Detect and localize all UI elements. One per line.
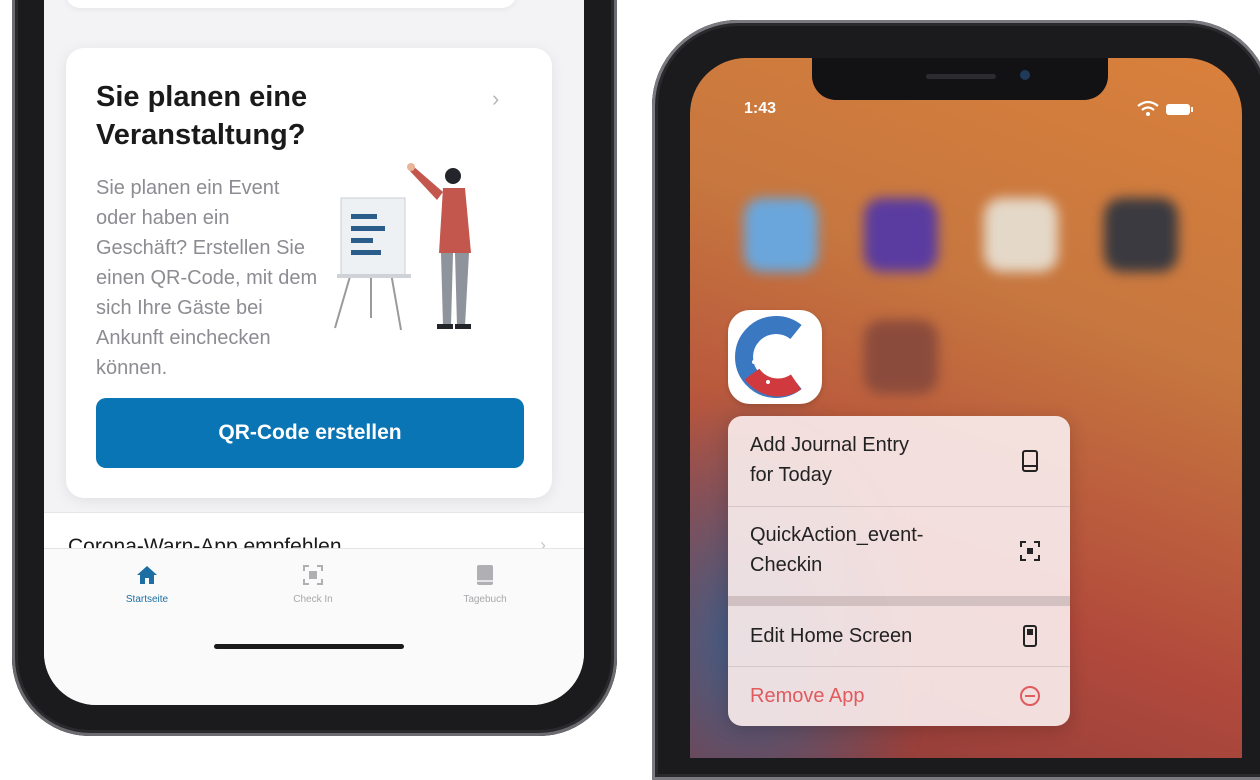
status-icons xyxy=(1137,100,1193,116)
home-indicator[interactable] xyxy=(214,644,404,649)
corona-warn-app-icon[interactable] xyxy=(728,310,822,404)
menu-item-quickaction-event-checkin[interactable]: QuickAction_event- Checkin xyxy=(728,506,1070,596)
menu-item-remove-app[interactable]: Remove App xyxy=(728,666,1070,726)
menu-item-label: QuickAction_event- Checkin xyxy=(750,520,923,580)
tab-tagebuch[interactable]: Tagebuch xyxy=(430,563,540,605)
tab-check-in[interactable]: Check In xyxy=(258,563,368,605)
notch xyxy=(812,58,1108,100)
right-phone-frame: 1:43 Add Journal Entry for Today QuickAc… xyxy=(652,20,1260,780)
phone-icon xyxy=(1023,625,1037,647)
event-card-title: Sie planen eine Veranstaltung? xyxy=(96,81,308,151)
blurred-app-icon xyxy=(984,198,1058,272)
menu-item-label: Add Journal Entry for Today xyxy=(750,430,909,490)
menu-item-add-journal-entry[interactable]: Add Journal Entry for Today xyxy=(728,416,1070,507)
battery-icon xyxy=(1166,104,1193,115)
left-phone-frame: Sie planen eine Veranstaltung? › Sie pla… xyxy=(12,0,617,736)
book-icon xyxy=(477,565,493,585)
quick-action-menu: Add Journal Entry for Today QuickAction_… xyxy=(728,416,1070,726)
event-card[interactable]: Sie planen eine Veranstaltung? › Sie pla… xyxy=(66,48,552,498)
previous-card-edge xyxy=(66,0,516,8)
event-card-description: Sie planen ein Event oder haben ein Gesc… xyxy=(96,177,318,379)
right-phone-screen: 1:43 Add Journal Entry for Today QuickAc… xyxy=(690,58,1242,758)
menu-item-label: Remove App xyxy=(750,685,865,707)
tab-label: Startseite xyxy=(125,594,169,605)
blurred-app-icon xyxy=(744,198,818,272)
app-logo-c xyxy=(735,316,802,398)
qr-scan-icon xyxy=(1020,541,1040,561)
blurred-app-icon xyxy=(1104,198,1178,272)
speaker xyxy=(926,74,996,79)
book-icon xyxy=(1022,450,1038,472)
home-icon xyxy=(137,566,157,584)
left-phone-screen: Sie planen eine Veranstaltung? › Sie pla… xyxy=(44,0,584,705)
blurred-app-icon xyxy=(864,320,938,394)
tab-bar: Startseite Check In Tagebuch xyxy=(44,548,584,705)
wifi-icon xyxy=(1137,100,1159,116)
tab-label: Tagebuch xyxy=(463,594,507,605)
menu-group-separator xyxy=(728,596,1070,606)
menu-item-line2: for Today xyxy=(750,464,832,486)
menu-item-line1: QuickAction_event- xyxy=(750,524,924,546)
blurred-app-icon xyxy=(864,198,938,272)
menu-item-edit-home-screen[interactable]: Edit Home Screen xyxy=(728,606,1070,667)
tab-label: Check In xyxy=(293,594,333,605)
status-time: 1:43 xyxy=(744,100,777,117)
presenter-illustration xyxy=(334,163,471,331)
tab-startseite[interactable]: Startseite xyxy=(92,563,202,605)
minus-circle-icon xyxy=(1020,686,1040,706)
qr-scan-icon xyxy=(303,565,323,585)
chevron-right-icon: › xyxy=(492,86,500,111)
menu-item-line2: Checkin xyxy=(750,554,823,576)
create-qr-code-button[interactable]: QR-Code erstellen xyxy=(96,398,524,468)
menu-item-label: Edit Home Screen xyxy=(750,625,913,647)
front-camera xyxy=(1020,70,1030,80)
menu-item-line1: Add Journal Entry xyxy=(750,434,909,456)
